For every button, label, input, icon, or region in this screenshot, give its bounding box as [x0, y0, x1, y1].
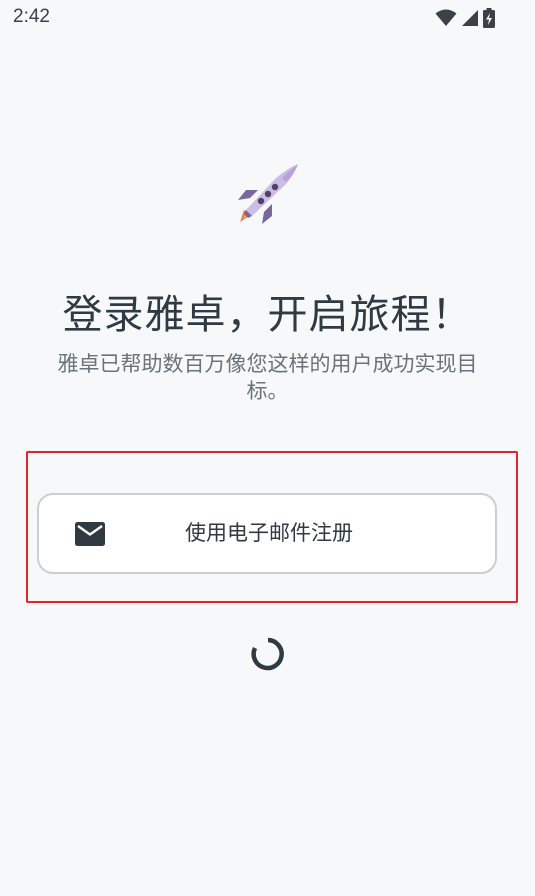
page-subtitle: 雅卓已帮助数百万像您这样的用户成功实现目标。 — [57, 352, 478, 403]
status-time: 2:42 — [13, 6, 50, 27]
wifi-icon — [435, 9, 457, 27]
email-signup-label: 使用电子邮件注册 — [185, 521, 353, 545]
loading-spinner-icon — [250, 636, 286, 672]
status-bar: 2:42 — [0, 0, 535, 38]
battery-charging-icon — [483, 8, 495, 28]
rocket-icon — [234, 160, 302, 228]
status-icons — [435, 8, 495, 28]
page-title: 登录雅卓，开启旅程！ — [62, 292, 473, 338]
cellular-signal-icon — [461, 9, 479, 27]
email-signup-button[interactable]: 使用电子邮件注册 — [37, 493, 497, 574]
